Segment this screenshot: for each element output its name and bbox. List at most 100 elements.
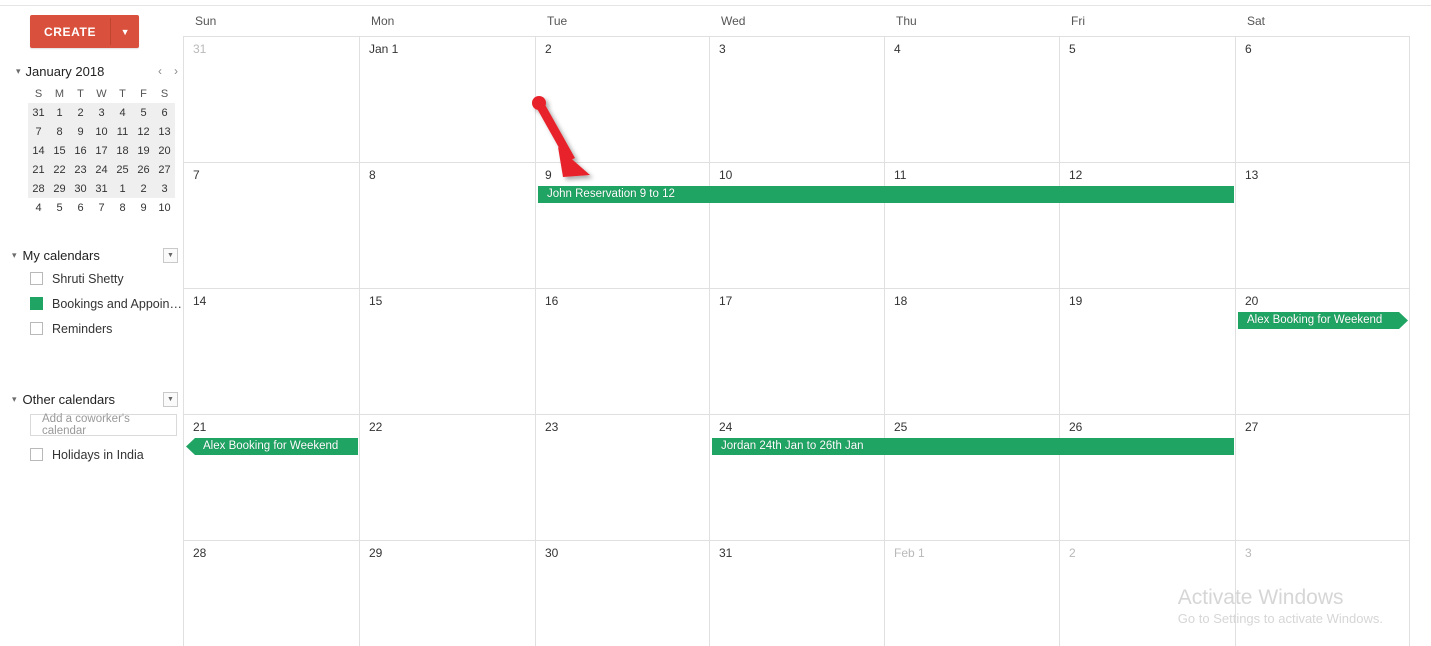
day-cell[interactable]: 9	[536, 163, 710, 288]
day-cell[interactable]: 6	[1236, 37, 1410, 162]
day-cell[interactable]: 27	[1236, 415, 1410, 540]
other-calendar-item[interactable]: Holidays in India	[12, 442, 184, 467]
mini-day-cell[interactable]: 15	[49, 141, 70, 160]
day-cell[interactable]: 14	[184, 289, 360, 414]
calendar-event[interactable]: Alex Booking for Weekend	[186, 438, 358, 455]
calendar-event[interactable]: John Reservation 9 to 12	[538, 186, 1234, 203]
calendar-checkbox[interactable]	[30, 272, 43, 285]
mini-day-cell[interactable]: 13	[154, 122, 175, 141]
day-cell[interactable]: Jan 1	[360, 37, 536, 162]
day-cell[interactable]: 2	[536, 37, 710, 162]
mini-day-cell[interactable]: 23	[70, 160, 91, 179]
mini-day-cell[interactable]: 19	[133, 141, 154, 160]
mini-day-cell[interactable]: 1	[49, 103, 70, 122]
my-calendars-menu-icon[interactable]: ▼	[163, 247, 178, 263]
mini-day-cell[interactable]: 26	[133, 160, 154, 179]
mini-day-cell[interactable]: 3	[154, 179, 175, 198]
mini-day-cell[interactable]: 6	[154, 103, 175, 122]
mini-day-cell[interactable]: 18	[112, 141, 133, 160]
mini-day-cell[interactable]: 28	[28, 179, 49, 198]
caret-down-icon[interactable]: ▾	[12, 250, 17, 260]
mini-day-cell[interactable]: 7	[28, 122, 49, 141]
mini-day-cell[interactable]: 20	[154, 141, 175, 160]
day-cell[interactable]: 11	[885, 163, 1060, 288]
mini-day-cell[interactable]: 31	[91, 179, 112, 198]
mini-day-cell[interactable]: 5	[133, 103, 154, 122]
day-cell[interactable]: 4	[885, 37, 1060, 162]
day-cell[interactable]: 3	[710, 37, 885, 162]
calendar-checkbox[interactable]	[30, 297, 43, 310]
mini-day-cell[interactable]: 27	[154, 160, 175, 179]
day-cell[interactable]: 3	[1236, 541, 1410, 646]
mini-day-cell[interactable]: 7	[91, 198, 112, 217]
day-cell[interactable]: 24	[710, 415, 885, 540]
calendar-checkbox[interactable]	[30, 448, 43, 461]
mini-weekday-4: T	[119, 88, 126, 100]
day-cell[interactable]: 8	[360, 163, 536, 288]
mini-day-cell[interactable]: 22	[49, 160, 70, 179]
mini-day-cell[interactable]: 14	[28, 141, 49, 160]
day-cell[interactable]: Feb 1	[885, 541, 1060, 646]
mini-day-cell[interactable]: 9	[70, 122, 91, 141]
day-cell[interactable]: 7	[184, 163, 360, 288]
mini-day-cell[interactable]: 21	[28, 160, 49, 179]
create-button[interactable]: CREATE ▼	[30, 15, 140, 48]
mini-day-cell[interactable]: 2	[133, 179, 154, 198]
mini-day-cell[interactable]: 24	[91, 160, 112, 179]
day-cell[interactable]: 20	[1236, 289, 1410, 414]
calendar-checkbox[interactable]	[30, 322, 43, 335]
mini-day-cell[interactable]: 29	[49, 179, 70, 198]
my-calendar-item[interactable]: Bookings and Appoin…	[12, 291, 184, 316]
calendar-event[interactable]: Jordan 24th Jan to 26th Jan	[712, 438, 1234, 455]
caret-down-icon[interactable]: ▾	[12, 394, 17, 404]
mini-day-cell[interactable]: 10	[154, 198, 175, 217]
my-calendar-item[interactable]: Reminders	[12, 316, 184, 341]
mini-day-cell[interactable]: 1	[112, 179, 133, 198]
day-cell[interactable]: 30	[536, 541, 710, 646]
mini-day-cell[interactable]: 2	[70, 103, 91, 122]
day-cell[interactable]: 15	[360, 289, 536, 414]
day-cell[interactable]: 10	[710, 163, 885, 288]
day-cell[interactable]: 28	[184, 541, 360, 646]
calendar-event[interactable]: Alex Booking for Weekend	[1238, 312, 1408, 329]
mini-day-cell[interactable]: 8	[112, 198, 133, 217]
day-cell[interactable]: 12	[1060, 163, 1236, 288]
mini-day-cell[interactable]: 6	[70, 198, 91, 217]
mini-day-cell[interactable]: 3	[91, 103, 112, 122]
day-cell[interactable]: 18	[885, 289, 1060, 414]
day-cell[interactable]: 25	[885, 415, 1060, 540]
other-calendars-menu-icon[interactable]: ▼	[163, 391, 178, 407]
add-coworker-calendar-input[interactable]: Add a coworker's calendar	[30, 413, 177, 437]
mini-day-cell[interactable]: 31	[28, 103, 49, 122]
mini-day-cell[interactable]: 4	[28, 198, 49, 217]
mini-day-cell[interactable]: 17	[91, 141, 112, 160]
caret-down-icon[interactable]: ▾	[16, 66, 21, 76]
day-cell[interactable]: 13	[1236, 163, 1410, 288]
mini-day-cell[interactable]: 30	[70, 179, 91, 198]
mini-day-cell[interactable]: 4	[112, 103, 133, 122]
mini-day-cell[interactable]: 10	[91, 122, 112, 141]
day-cell[interactable]: 31	[710, 541, 885, 646]
day-cell[interactable]: 31	[184, 37, 360, 162]
mini-day-cell[interactable]: 25	[112, 160, 133, 179]
mini-day-cell[interactable]: 16	[70, 141, 91, 160]
day-cell[interactable]: 29	[360, 541, 536, 646]
day-cell[interactable]: 5	[1060, 37, 1236, 162]
mini-day-cell[interactable]: 8	[49, 122, 70, 141]
mini-day-cell[interactable]: 12	[133, 122, 154, 141]
day-cell[interactable]: 26	[1060, 415, 1236, 540]
mini-day-cell[interactable]: 11	[112, 122, 133, 141]
my-calendar-item[interactable]: Shruti Shetty	[12, 266, 184, 291]
prev-month-icon[interactable]: ‹	[158, 65, 162, 77]
day-cell[interactable]: 2	[1060, 541, 1236, 646]
day-cell[interactable]: 17	[710, 289, 885, 414]
day-cell[interactable]: 21	[184, 415, 360, 540]
day-cell[interactable]: 23	[536, 415, 710, 540]
day-cell[interactable]: 19	[1060, 289, 1236, 414]
day-cell[interactable]: 22	[360, 415, 536, 540]
mini-day-cell[interactable]: 5	[49, 198, 70, 217]
next-month-icon[interactable]: ›	[174, 65, 178, 77]
chevron-down-icon[interactable]: ▼	[111, 15, 139, 48]
day-cell[interactable]: 16	[536, 289, 710, 414]
mini-day-cell[interactable]: 9	[133, 198, 154, 217]
